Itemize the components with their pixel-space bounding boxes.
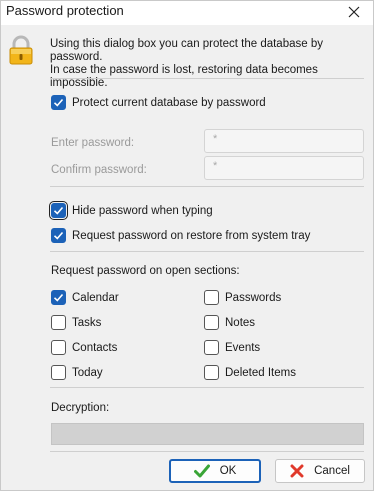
section-notes-checkbox[interactable]: Notes (204, 315, 255, 330)
section-calendar-label: Calendar (72, 291, 119, 304)
info-line-2: In case the password is lost, restoring … (50, 64, 318, 89)
request-on-restore-label: Request password on restore from system … (72, 229, 311, 242)
separator (50, 251, 364, 252)
section-passwords-label: Passwords (225, 291, 282, 304)
enter-password-field[interactable]: * (204, 129, 364, 153)
checkbox-box (204, 290, 219, 305)
info-line-1: Using this dialog box you can protect th… (50, 38, 323, 63)
section-notes-label: Notes (225, 316, 256, 329)
dialog-content: Using this dialog box you can protect th… (1, 25, 373, 490)
section-events-label: Events (225, 341, 261, 354)
sections-heading: Request password on open sections: (51, 265, 240, 277)
cancel-label: Cancel (314, 465, 350, 477)
password-protection-dialog: Password protection Using this dialog bo… (0, 0, 374, 491)
hide-password-label: Hide password when typing (72, 204, 213, 217)
window-title: Password protection (6, 3, 124, 18)
section-contacts-label: Contacts (72, 341, 118, 354)
separator (50, 78, 364, 79)
section-today-checkbox[interactable]: Today (51, 365, 103, 380)
checkbox-box (49, 201, 68, 220)
checkbox-box (51, 340, 66, 355)
section-deleted-items-label: Deleted Items (225, 366, 296, 379)
checkmark-icon (53, 206, 64, 215)
checkbox-box (51, 228, 66, 243)
section-tasks-label: Tasks (72, 316, 102, 329)
red-x-icon (290, 464, 304, 478)
checkmark-icon (53, 293, 64, 302)
section-today-label: Today (72, 366, 103, 379)
checkbox-box (204, 340, 219, 355)
checkmark-icon (193, 464, 210, 478)
checkmark-icon (53, 231, 64, 240)
separator (50, 387, 364, 388)
cancel-button[interactable]: Cancel (275, 459, 365, 483)
decryption-label: Decryption: (51, 402, 110, 414)
separator (50, 451, 364, 452)
request-on-restore-checkbox[interactable]: Request password on restore from system … (51, 228, 310, 243)
info-text: Using this dialog box you can protect th… (50, 38, 370, 90)
close-button[interactable] (339, 1, 369, 23)
padlock-icon (9, 35, 33, 65)
ok-label: OK (219, 465, 237, 477)
confirm-password-label: Confirm password: (51, 164, 147, 176)
checkbox-box (204, 365, 219, 380)
checkmark-icon (53, 98, 64, 107)
section-deleted-items-checkbox[interactable]: Deleted Items (204, 365, 296, 380)
checkbox-box (51, 365, 66, 380)
section-contacts-checkbox[interactable]: Contacts (51, 340, 117, 355)
protect-database-checkbox[interactable]: Protect current database by password (51, 95, 266, 110)
section-passwords-checkbox[interactable]: Passwords (204, 290, 281, 305)
section-tasks-checkbox[interactable]: Tasks (51, 315, 101, 330)
confirm-password-field[interactable]: * (204, 156, 364, 180)
ok-button[interactable]: OK (169, 459, 261, 483)
checkbox-box (51, 315, 66, 330)
checkbox-box (51, 290, 66, 305)
protect-database-label: Protect current database by password (72, 96, 266, 109)
decryption-progress-bar (51, 423, 364, 445)
hide-password-checkbox[interactable]: Hide password when typing (49, 201, 213, 220)
checkbox-box (204, 315, 219, 330)
section-events-checkbox[interactable]: Events (204, 340, 260, 355)
enter-password-label: Enter password: (51, 137, 135, 149)
separator (50, 186, 364, 187)
checkbox-box (51, 95, 66, 110)
title-bar: Password protection (1, 1, 373, 25)
close-icon (348, 6, 360, 18)
section-calendar-checkbox[interactable]: Calendar (51, 290, 119, 305)
